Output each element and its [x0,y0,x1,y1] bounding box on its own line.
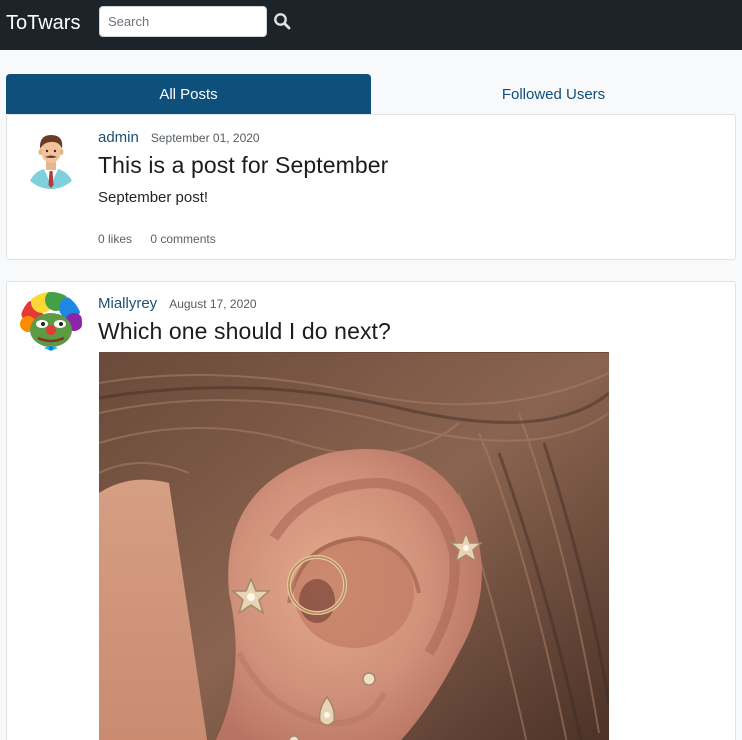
post-body: September post! [98,189,209,206]
post-card: Miallyrey August 17, 2020 Which one shou… [6,281,736,740]
brand-link[interactable]: ToTwars [6,11,80,35]
post-card: admin September 01, 2020 This is a post … [6,114,736,260]
tab-followed-users[interactable]: Followed Users [371,74,736,114]
clown-frog-avatar-icon[interactable] [20,292,82,354]
post-date: September 01, 2020 [150,131,260,145]
post-filter-tabs: All Posts Followed Users [6,74,736,114]
navbar: ToTwars [0,0,742,50]
likes-count[interactable]: 0 likes [98,232,132,246]
post-title[interactable]: Which one should I do next? [98,318,391,345]
search-input[interactable] [99,6,267,37]
post-meta: admin September 01, 2020 [98,129,260,146]
search-icon [274,13,291,30]
post-meta: Miallyrey August 17, 2020 [98,295,257,312]
comments-count[interactable]: 0 comments [150,232,215,246]
tab-all-posts[interactable]: All Posts [6,74,371,114]
man-avatar-icon[interactable] [20,127,82,189]
post-image[interactable] [99,352,609,740]
search-button[interactable] [272,12,292,32]
post-date: August 17, 2020 [169,297,257,311]
post-title[interactable]: This is a post for September [98,152,388,179]
post-stats: 0 likes 0 comments [98,232,231,246]
ear-piercings-photo-icon [99,353,609,740]
author-link[interactable]: Miallyrey [98,295,157,312]
author-link[interactable]: admin [98,129,139,146]
